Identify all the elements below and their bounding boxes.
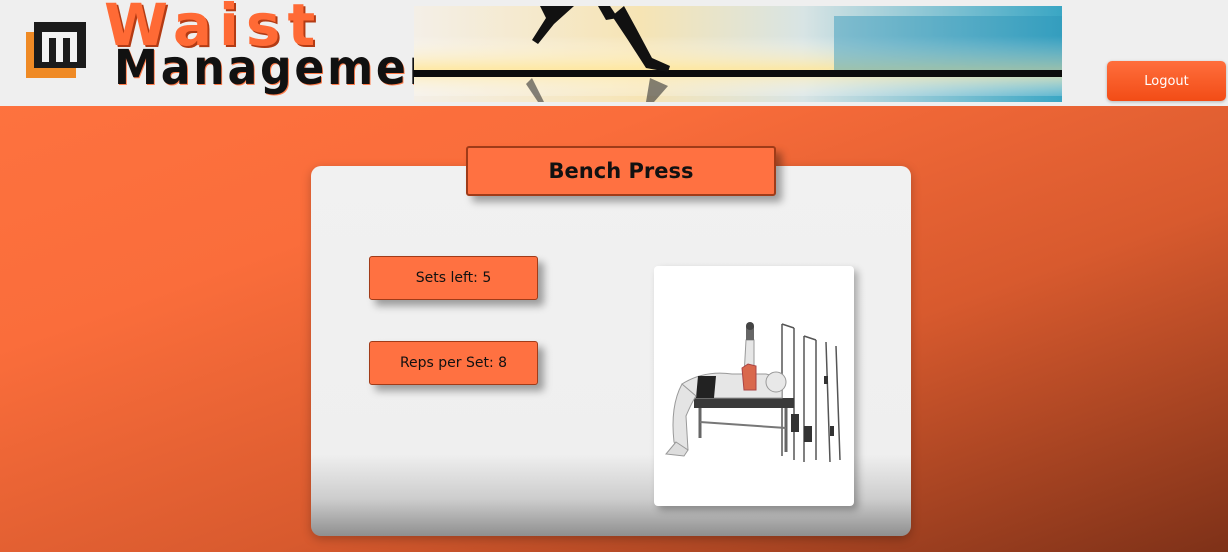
logo-icon <box>26 22 86 78</box>
runner-banner-image <box>414 6 1062 102</box>
header-bar: Waist Management Logout <box>0 0 1228 106</box>
exercise-title: Bench Press <box>466 146 776 196</box>
bench-press-illustration <box>654 266 854 506</box>
logout-button[interactable]: Logout <box>1107 61 1226 101</box>
reps-per-set-badge: Reps per Set: 8 <box>369 341 538 385</box>
sets-left-badge: Sets left: 5 <box>369 256 538 300</box>
logo-wordmark: Waist Management <box>100 0 464 104</box>
